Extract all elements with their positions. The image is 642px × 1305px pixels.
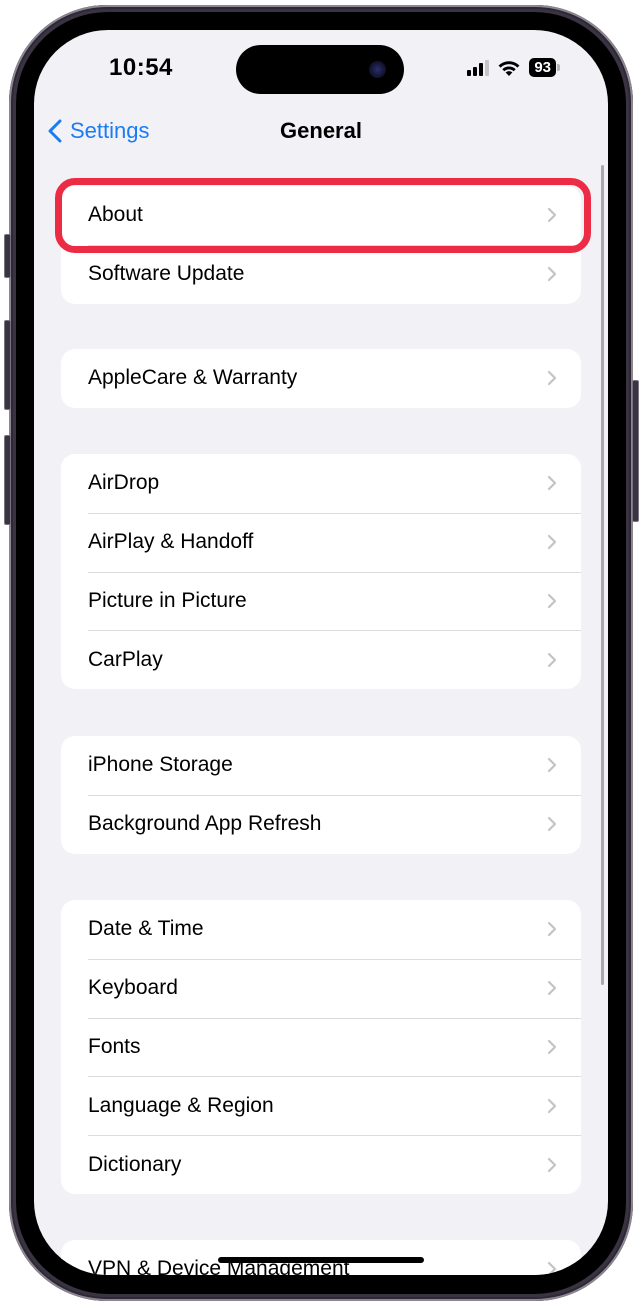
row-label: Language & Region (88, 1093, 274, 1117)
settings-row-language-and-region[interactable]: Language & Region (61, 1076, 581, 1135)
chevron-right-icon (547, 817, 557, 832)
settings-row-airplay-and-handoff[interactable]: AirPlay & Handoff (61, 512, 581, 572)
row-label: About (88, 203, 143, 227)
battery-icon: 93 (529, 58, 560, 77)
volume-down-button (4, 435, 11, 525)
row-label: AirDrop (88, 471, 160, 495)
chevron-right-icon (547, 922, 557, 937)
page-title: General (280, 118, 362, 143)
wifi-icon (498, 60, 520, 76)
row-label: AppleCare & Warranty (88, 366, 298, 390)
settings-row-carplay[interactable]: CarPlay (61, 630, 581, 689)
navigation-bar: Settings General (34, 116, 608, 156)
row-label: AirPlay & Handoff (88, 530, 254, 554)
screen: 10:54 93 Settings General About Software … (34, 30, 608, 1275)
settings-group: AppleCare & Warranty (61, 349, 581, 408)
chevron-right-icon (547, 371, 557, 386)
row-label: Background App Refresh (88, 812, 322, 836)
row-label: Keyboard (88, 976, 178, 1000)
chevron-right-icon (547, 981, 557, 996)
front-camera-icon (369, 61, 386, 78)
status-icons: 93 (467, 58, 560, 77)
settings-row-picture-in-picture[interactable]: Picture in Picture (61, 571, 581, 631)
chevron-right-icon (547, 1262, 557, 1275)
row-label: Picture in Picture (88, 588, 247, 612)
settings-row-applecare-and-warranty[interactable]: AppleCare & Warranty (61, 349, 581, 408)
settings-row-software-update[interactable]: Software Update (61, 244, 581, 304)
settings-group: About Software Update (61, 186, 581, 304)
row-label: Software Update (88, 262, 245, 286)
chevron-right-icon (547, 1098, 557, 1113)
row-label: CarPlay (88, 647, 163, 671)
chevron-right-icon (547, 535, 557, 550)
battery-level: 93 (529, 58, 556, 77)
chevron-right-icon (547, 1039, 557, 1055)
chevron-right-icon (547, 593, 557, 609)
settings-row-about[interactable]: About (61, 186, 581, 245)
row-label: Dictionary (88, 1152, 182, 1176)
settings-row-background-app-refresh[interactable]: Background App Refresh (61, 794, 581, 854)
settings-row-airdrop[interactable]: AirDrop (61, 454, 581, 513)
chevron-right-icon (547, 267, 557, 282)
settings-row-dictionary[interactable]: Dictionary (61, 1135, 581, 1194)
settings-group: iPhone Storage Background App Refresh (61, 736, 581, 854)
row-label: Date & Time (88, 917, 204, 941)
power-button (632, 380, 639, 522)
chevron-right-icon (547, 208, 557, 223)
chevron-right-icon (547, 652, 557, 667)
settings-row-date-and-time[interactable]: Date & Time (61, 900, 581, 959)
dynamic-island (236, 45, 404, 94)
chevron-right-icon (547, 476, 557, 491)
row-label: iPhone Storage (88, 753, 233, 777)
volume-up-button (4, 320, 11, 410)
settings-row-iphone-storage[interactable]: iPhone Storage (61, 736, 581, 795)
settings-row-keyboard[interactable]: Keyboard (61, 958, 581, 1018)
action-button (4, 234, 11, 278)
chevron-right-icon (547, 1157, 557, 1172)
cellular-signal-icon (467, 59, 490, 76)
chevron-right-icon (547, 758, 557, 773)
home-indicator[interactable] (218, 1257, 424, 1263)
settings-group: Date & Time Keyboard Fonts Language & Regio… (61, 900, 581, 1194)
status-time: 10:54 (109, 54, 173, 81)
row-label: Fonts (88, 1034, 141, 1058)
settings-group: AirDrop AirPlay & Handoff Picture in Pictu… (61, 454, 581, 690)
scrollbar[interactable] (601, 165, 604, 985)
settings-row-fonts[interactable]: Fonts (61, 1017, 581, 1077)
